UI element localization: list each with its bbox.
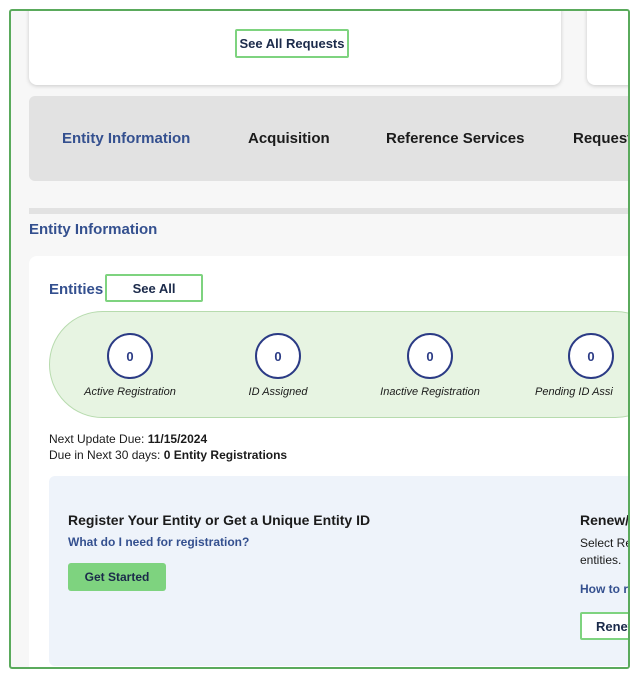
see-all-requests-button[interactable]: See All Requests <box>235 29 349 58</box>
next-update-value: 11/15/2024 <box>147 432 208 446</box>
stat-label: Inactive Registration <box>380 386 480 398</box>
section-title: Entity Information <box>29 221 158 238</box>
see-all-entities-button[interactable]: See All <box>105 274 203 302</box>
stat-pending-id-assigned[interactable]: 0 Pending ID Assi <box>534 312 628 398</box>
due-value: 0 Entity Registrations <box>163 448 288 462</box>
stat-label: Pending ID Assi <box>535 386 613 398</box>
next-update-line: Next Update Due: 11/15/2024 <box>49 432 207 446</box>
stat-label: Active Registration <box>84 386 176 398</box>
tab-acquisition[interactable]: Acquisition <box>248 96 330 181</box>
stat-id-assigned[interactable]: 0 ID Assigned <box>203 312 353 398</box>
renew-desc-line: Select Re <box>580 536 630 550</box>
secondary-card <box>587 11 628 85</box>
stat-count: 0 <box>407 333 453 379</box>
tab-entity-information[interactable]: Entity Information <box>62 96 190 181</box>
next-update-label: Next Update Due: <box>49 432 145 446</box>
tab-bar: Entity Information Acquisition Reference… <box>29 96 628 181</box>
register-title: Register Your Entity or Get a Unique Ent… <box>68 512 371 528</box>
renew-title: Renew/ <box>580 512 630 528</box>
stat-count: 0 <box>568 333 614 379</box>
due-label: Due in Next 30 days: <box>49 448 161 462</box>
stat-count: 0 <box>255 333 301 379</box>
registration-panel: Register Your Entity or Get a Unique Ent… <box>49 476 630 666</box>
section-divider <box>29 208 628 214</box>
renew-help-link[interactable]: How to re <box>580 582 628 596</box>
tab-requests[interactable]: Request <box>573 96 628 181</box>
tab-reference-services[interactable]: Reference Services <box>386 96 524 181</box>
stat-inactive-registration[interactable]: 0 Inactive Registration <box>355 312 505 398</box>
stat-active-registration[interactable]: 0 Active Registration <box>55 312 205 398</box>
get-started-button[interactable]: Get Started <box>68 563 166 591</box>
renew-desc-line: entities. <box>580 553 622 567</box>
due-next-30-line: Due in Next 30 days: 0 Entity Registrati… <box>49 448 287 462</box>
stat-count: 0 <box>107 333 153 379</box>
entities-card: Entities See All 0 Active Registration 0… <box>29 256 630 667</box>
renew-button[interactable]: Renew <box>580 612 628 640</box>
entities-title: Entities <box>49 281 104 298</box>
registration-help-link[interactable]: What do I need for registration? <box>68 535 249 549</box>
stat-label: ID Assigned <box>248 386 308 398</box>
renew-description: Select Re entities. <box>580 535 630 569</box>
requests-card: See All Requests <box>29 11 561 85</box>
browser-viewport: See All Requests Entity Information Acqu… <box>9 9 630 669</box>
entity-status-summary: 0 Active Registration 0 ID Assigned 0 In… <box>49 311 628 418</box>
